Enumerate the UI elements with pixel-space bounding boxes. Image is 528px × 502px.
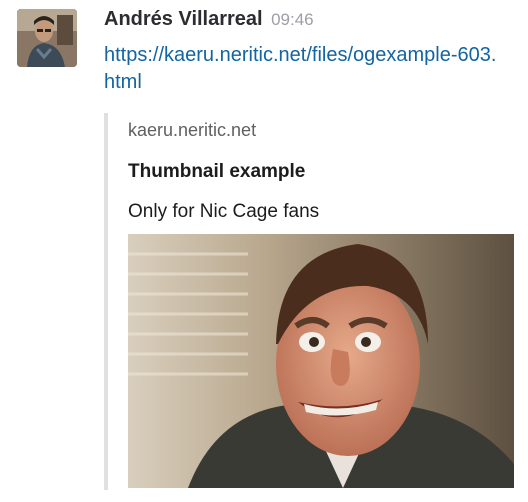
message: Andrés Villarreal 09:46 https://kaeru.ne… — [104, 6, 518, 96]
message-link[interactable]: https://kaeru.neritic.net/files/ogexampl… — [104, 42, 506, 96]
sender-avatar[interactable] — [17, 9, 77, 67]
message-header: Andrés Villarreal 09:46 — [104, 6, 518, 34]
attachment-thumbnail-image[interactable] — [128, 234, 514, 488]
link-preview-attachment: kaeru.neritic.net Thumbnail example Only… — [104, 113, 516, 490]
attachment-site-name: kaeru.neritic.net — [128, 120, 257, 140]
attachment-description: Only for Nic Cage fans — [128, 201, 320, 222]
attachment-title[interactable]: Thumbnail example — [128, 161, 305, 183]
message-timestamp[interactable]: 09:46 — [271, 10, 314, 29]
sender-name[interactable]: Andrés Villarreal — [104, 8, 263, 30]
